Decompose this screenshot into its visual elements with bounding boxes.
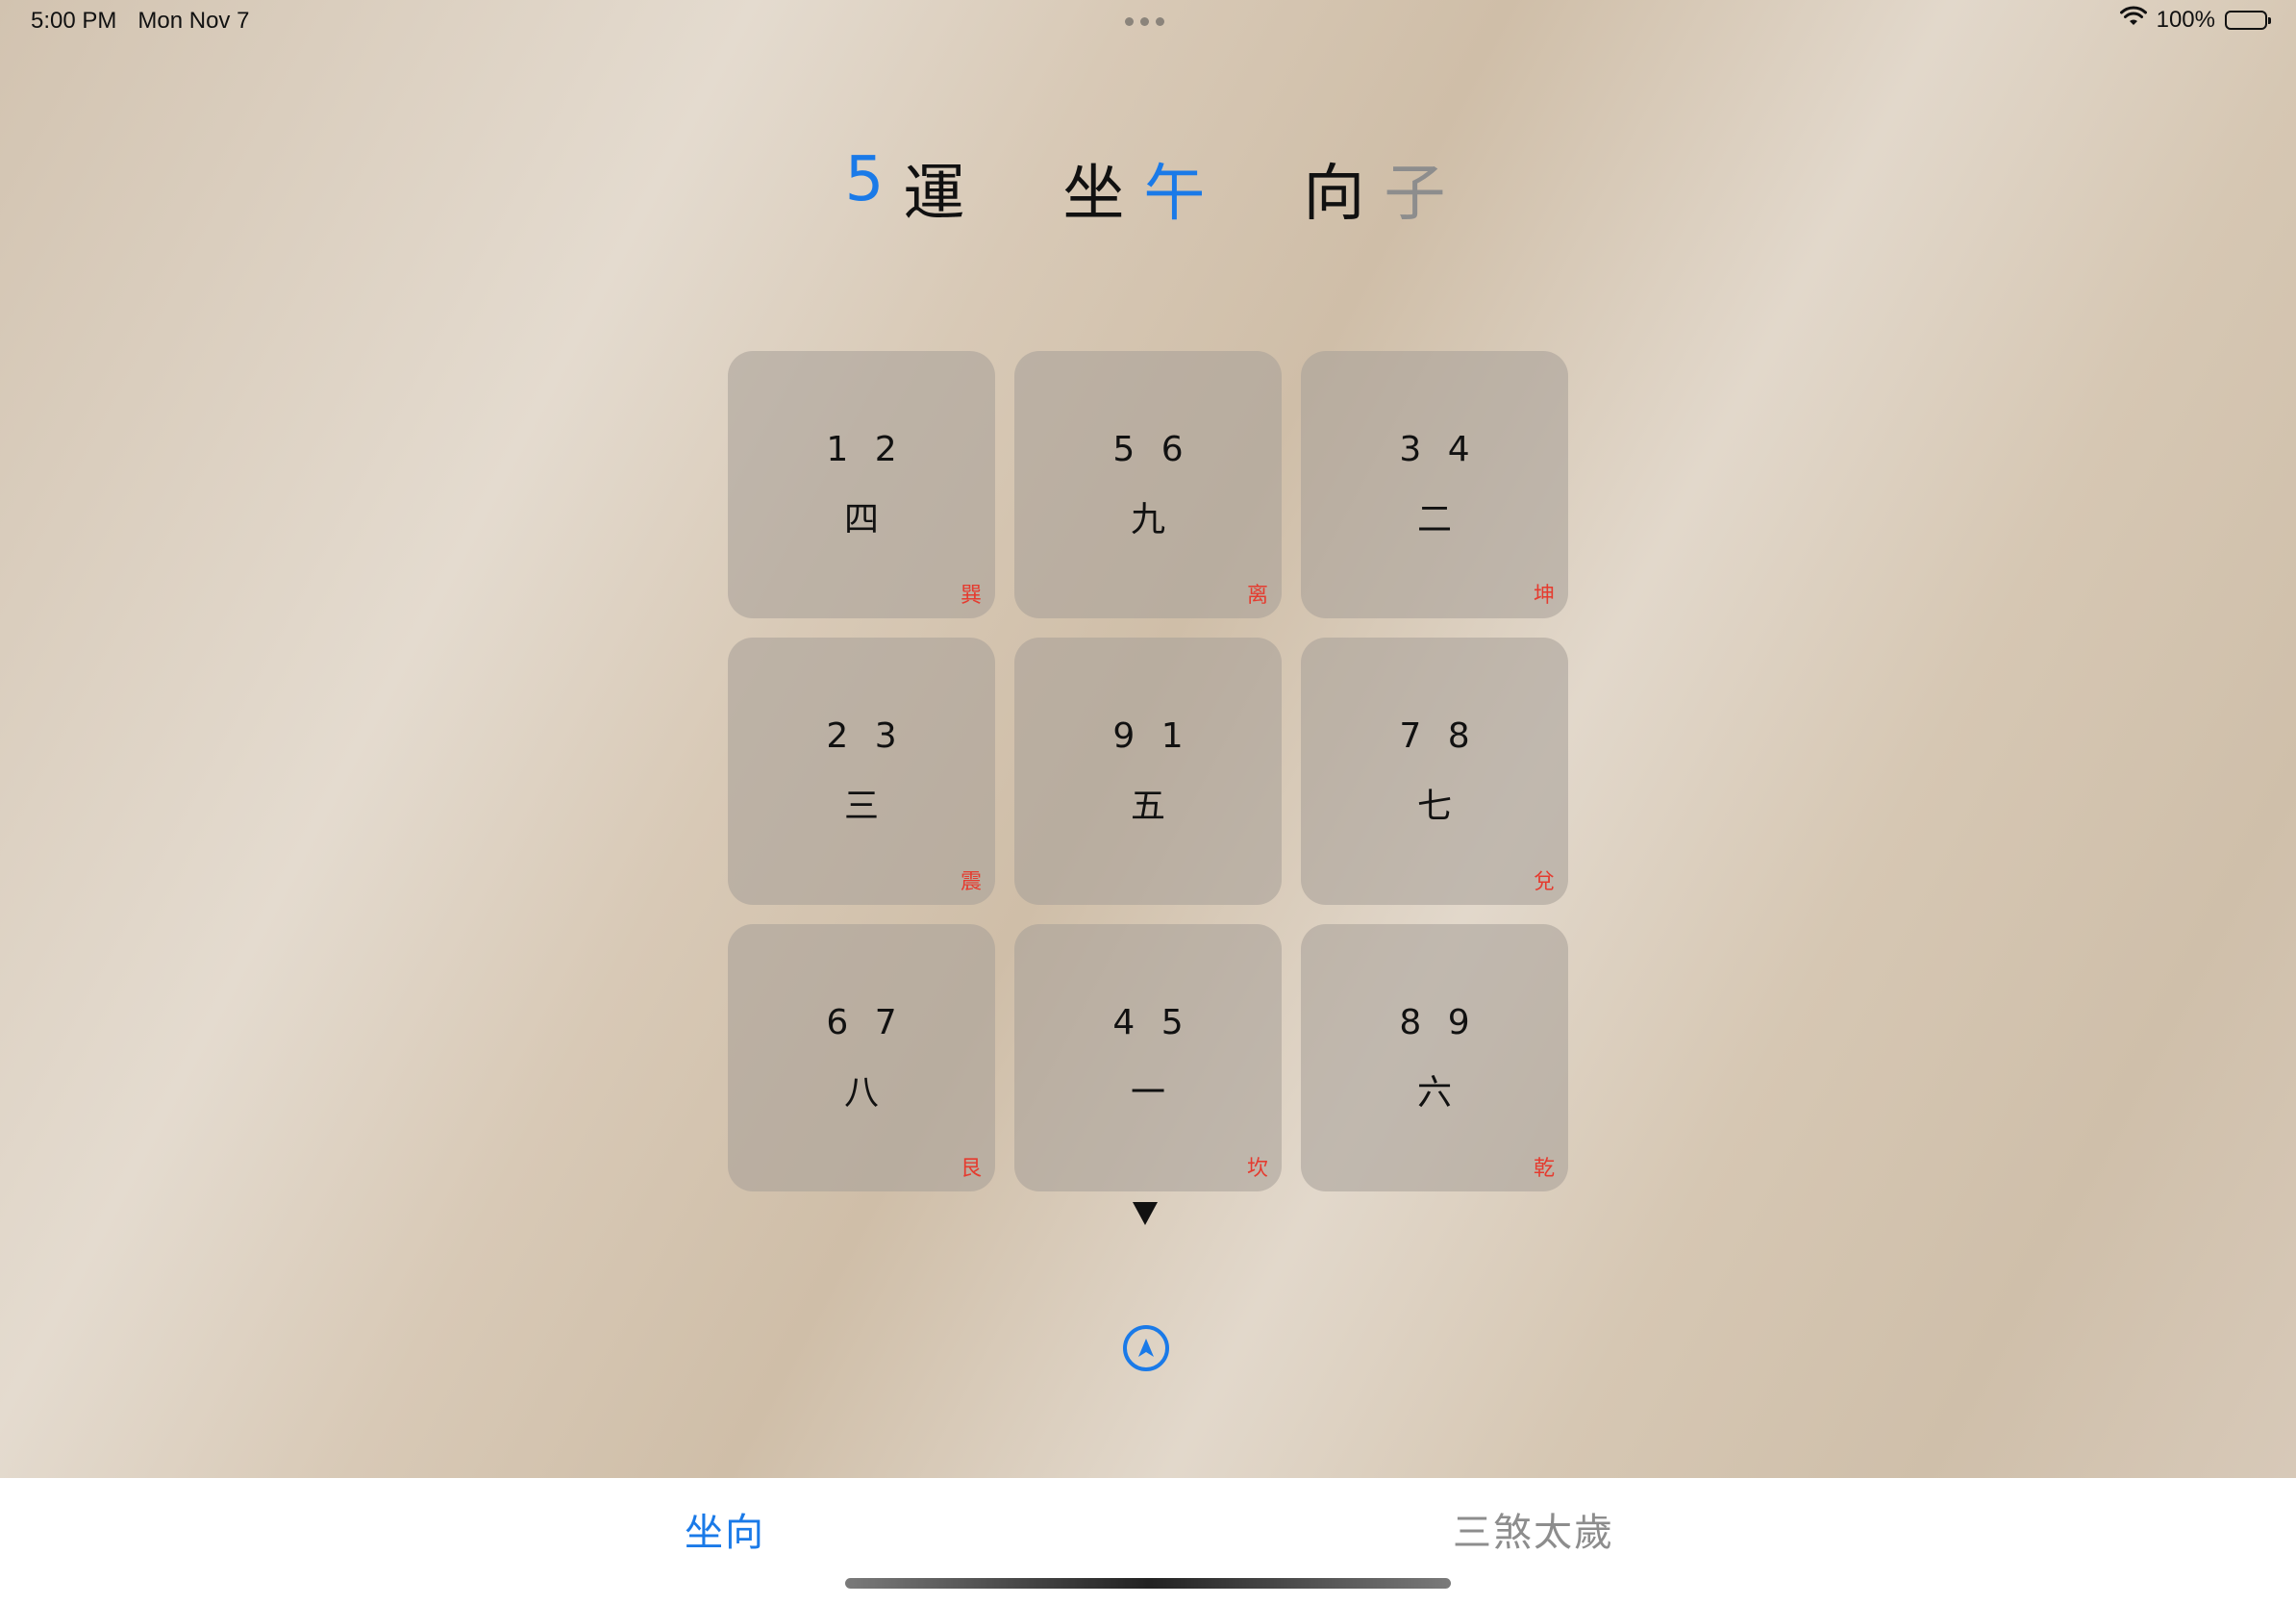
palace-stars: 2 3 — [826, 716, 905, 756]
palace-cell-kan[interactable]: 4 5 一 坎 — [1014, 924, 1282, 1191]
palace-cell-dui[interactable]: 7 8 七 兌 — [1301, 638, 1568, 905]
palace-trigram: 乾 — [1533, 1157, 1555, 1181]
palace-cell-zhen[interactable]: 2 3 三 震 — [728, 638, 995, 905]
palace-stars: 4 5 — [1112, 1003, 1191, 1042]
sitting-group[interactable]: 坐 午 — [1062, 144, 1210, 233]
palace-cell-li[interactable]: 5 6 九 离 — [1014, 351, 1282, 618]
chart-header: 5 運 坐 午 向 子 — [0, 144, 2296, 233]
palace-stars: 3 4 — [1399, 430, 1478, 469]
palace-base-star: 一 — [1130, 1073, 1165, 1113]
palace-cell-qian[interactable]: 8 9 六 乾 — [1301, 924, 1568, 1191]
palace-trigram: 震 — [960, 870, 982, 894]
palace-stars: 6 7 — [826, 1003, 905, 1042]
palace-trigram: 坤 — [1533, 584, 1555, 608]
palace-cell-center[interactable]: 9 1 五 — [1014, 638, 1282, 905]
palace-base-star: 三 — [843, 787, 879, 826]
status-indicators: 100% — [2119, 6, 2271, 34]
palace-base-star: 五 — [1130, 787, 1165, 826]
palace-base-star: 二 — [1416, 500, 1452, 539]
palace-stars: 9 1 — [1112, 716, 1191, 756]
palace-trigram: 离 — [1246, 584, 1268, 608]
triangle-down-icon — [1133, 1202, 1158, 1225]
status-clock: 5:00 PM — [31, 8, 117, 34]
tab-zuoxiang[interactable]: 坐向 — [685, 1501, 765, 1557]
palace-trigram: 坎 — [1246, 1157, 1268, 1181]
palace-stars: 1 2 — [826, 430, 905, 469]
palace-base-star: 六 — [1416, 1073, 1452, 1113]
home-indicator[interactable] — [845, 1578, 1451, 1589]
palace-trigram: 艮 — [960, 1157, 982, 1181]
multitasking-dots-icon[interactable] — [1125, 17, 1164, 26]
period-number[interactable]: 5 — [845, 144, 890, 233]
period-label: 運 — [903, 159, 971, 230]
app-screen: 5:00 PM Mon Nov 7 100% 5 運 坐 午 向 子 1 2 四… — [0, 0, 2296, 1604]
sitting-label: 坐 — [1062, 159, 1131, 230]
facing-label: 向 — [1303, 159, 1371, 230]
palace-base-star: 八 — [843, 1073, 879, 1113]
location-arrow-icon[interactable] — [1123, 1325, 1169, 1371]
battery-full-icon — [2225, 10, 2271, 30]
tab-sansha-taisui[interactable]: 三煞太歲 — [1453, 1501, 1614, 1557]
palace-stars: 5 6 — [1112, 430, 1191, 469]
palace-cell-gen[interactable]: 6 7 八 艮 — [728, 924, 995, 1191]
palace-cell-kun[interactable]: 3 4 二 坤 — [1301, 351, 1568, 618]
facing-group: 向 子 — [1303, 144, 1451, 233]
period-group[interactable]: 5 運 — [845, 144, 971, 233]
palace-base-star: 四 — [843, 500, 879, 539]
palace-stars: 8 9 — [1399, 1003, 1478, 1042]
flying-star-grid: 1 2 四 巽 5 6 九 离 3 4 二 坤 2 3 三 震 9 1 五 7 … — [728, 351, 1568, 1191]
palace-trigram: 巽 — [960, 584, 982, 608]
palace-stars: 7 8 — [1399, 716, 1478, 756]
status-time: 5:00 PM Mon Nov 7 — [31, 8, 249, 35]
palace-cell-xun[interactable]: 1 2 四 巽 — [728, 351, 995, 618]
tab-bar: 坐向 三煞太歲 — [0, 1478, 2296, 1604]
battery-percent: 100% — [2156, 6, 2215, 33]
wifi-icon — [2119, 6, 2147, 34]
status-date: Mon Nov 7 — [137, 8, 250, 34]
sitting-value[interactable]: 午 — [1143, 144, 1210, 233]
palace-base-star: 七 — [1416, 787, 1452, 826]
palace-base-star: 九 — [1130, 500, 1165, 539]
facing-value: 子 — [1384, 159, 1452, 230]
palace-trigram: 兌 — [1533, 870, 1555, 894]
